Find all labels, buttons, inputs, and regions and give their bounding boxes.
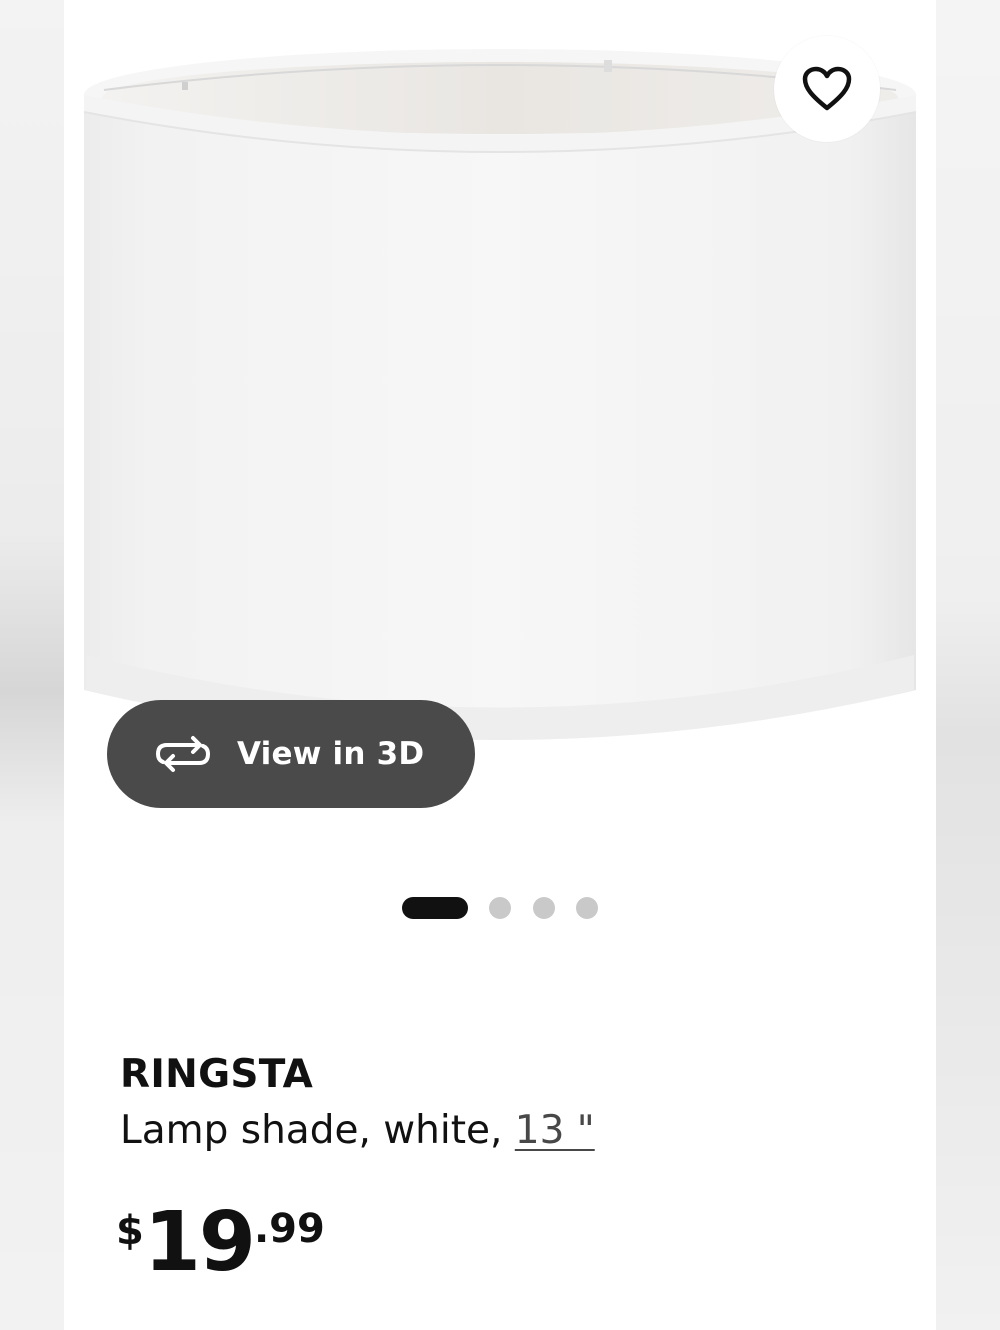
heart-icon	[802, 66, 852, 111]
price-currency: $	[116, 1208, 144, 1254]
product-size-link[interactable]: 13 "	[515, 1108, 595, 1153]
rotate-3d-icon	[155, 736, 211, 772]
image-pager	[64, 896, 936, 920]
product-image[interactable]: View in 3D	[64, 0, 936, 820]
price-integer: 19	[143, 1195, 256, 1290]
pager-dot-active[interactable]	[402, 897, 468, 919]
pager-dot[interactable]	[576, 897, 598, 919]
pager-dot[interactable]	[489, 897, 511, 919]
price-decimal: .99	[253, 1206, 325, 1252]
view-in-3d-label: View in 3D	[237, 736, 425, 772]
pager-dot[interactable]	[533, 897, 555, 919]
background-right-edge	[936, 0, 1000, 1330]
background-left-edge	[0, 0, 64, 1330]
view-in-3d-button[interactable]: View in 3D	[107, 700, 475, 808]
product-description-text: Lamp shade, white,	[120, 1108, 515, 1153]
favorite-button[interactable]	[774, 36, 880, 142]
product-card: View in 3D RINGSTA Lamp shade, white, 13…	[64, 0, 936, 1330]
product-name: RINGSTA	[120, 1052, 314, 1097]
product-price: $ 19 .99	[116, 1198, 325, 1288]
product-description: Lamp shade, white, 13 "	[120, 1108, 595, 1153]
